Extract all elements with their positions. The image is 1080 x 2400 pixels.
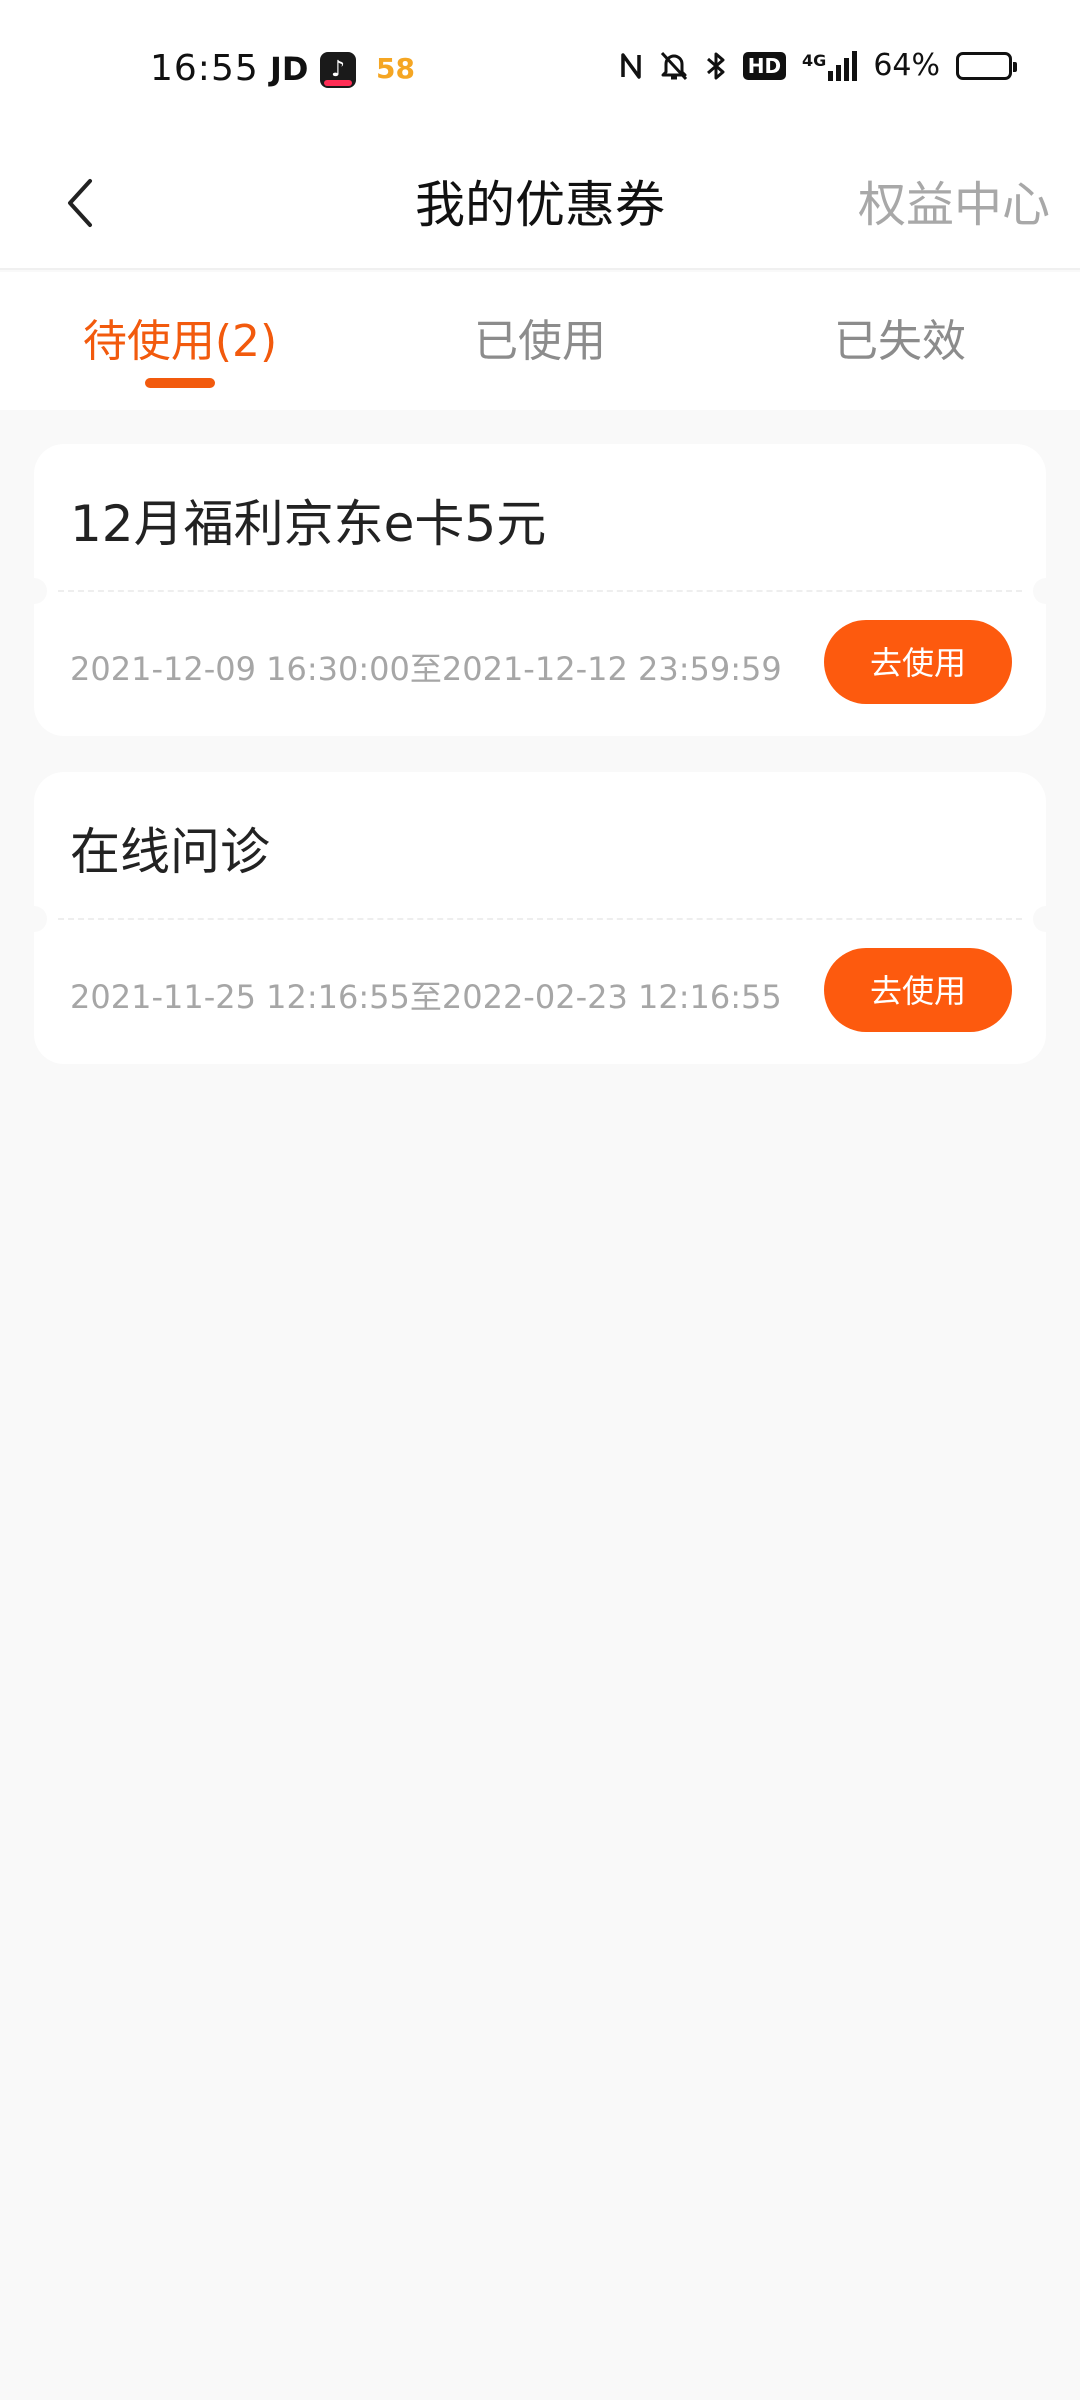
tab-expired[interactable]: 已失效 <box>720 272 1080 410</box>
58-app-icon: 58 <box>376 52 415 85</box>
benefits-center-link[interactable]: 权益中心 <box>858 140 1050 270</box>
card-notch <box>1033 906 1059 932</box>
tab-label: 已失效 <box>834 316 966 367</box>
hd-voice-icon: HD <box>742 51 787 80</box>
coupon-card: 在线问诊 2021-11-25 12:16:55至2022-02-23 12:1… <box>21 772 1059 1064</box>
coupon-validity: 2021-12-09 16:30:00至2021-12-12 23:59:59 <box>70 650 782 688</box>
use-coupon-button[interactable]: 去使用 <box>824 948 1012 1032</box>
jd-app-icon: JD <box>270 50 309 88</box>
tab-label: 已使用 <box>474 316 606 367</box>
battery-icon <box>956 51 1017 80</box>
active-tab-indicator <box>145 378 215 388</box>
coupon-card: 12月福利京东e卡5元 2021-12-09 16:30:00至2021-12-… <box>21 444 1059 736</box>
card-notch <box>1033 578 1059 604</box>
card-divider <box>58 918 1022 920</box>
bluetooth-icon <box>705 50 727 82</box>
tiktok-icon: ♪ <box>320 52 356 88</box>
coupon-name: 在线问诊 <box>70 823 270 881</box>
status-bar: 16:55 JD ♪ 58 HD 4G 64% <box>0 0 1080 140</box>
header: 我的优惠券 权益中心 <box>0 140 1080 270</box>
tab-used[interactable]: 已使用 <box>360 272 720 410</box>
status-time: 16:55 <box>150 48 259 89</box>
card-divider <box>58 590 1022 592</box>
coupon-validity: 2021-11-25 12:16:55至2022-02-23 12:16:55 <box>70 978 782 1016</box>
coupon-list: 12月福利京东e卡5元 2021-12-09 16:30:00至2021-12-… <box>21 444 1059 1100</box>
battery-percent: 64% <box>873 48 940 83</box>
tab-unused[interactable]: 待使用(2) <box>0 272 360 410</box>
coupon-name: 12月福利京东e卡5元 <box>70 495 547 553</box>
nfc-icon <box>619 51 643 81</box>
signal-icon: 4G <box>802 50 858 81</box>
status-icons: HD 4G 64% <box>619 48 1017 83</box>
tab-label: 待使用(2) <box>82 316 278 367</box>
card-notch <box>21 906 47 932</box>
bell-muted-icon <box>659 50 689 82</box>
coupon-tabs: 待使用(2) 已使用 已失效 <box>0 272 1080 410</box>
use-coupon-button[interactable]: 去使用 <box>824 620 1012 704</box>
card-notch <box>21 578 47 604</box>
